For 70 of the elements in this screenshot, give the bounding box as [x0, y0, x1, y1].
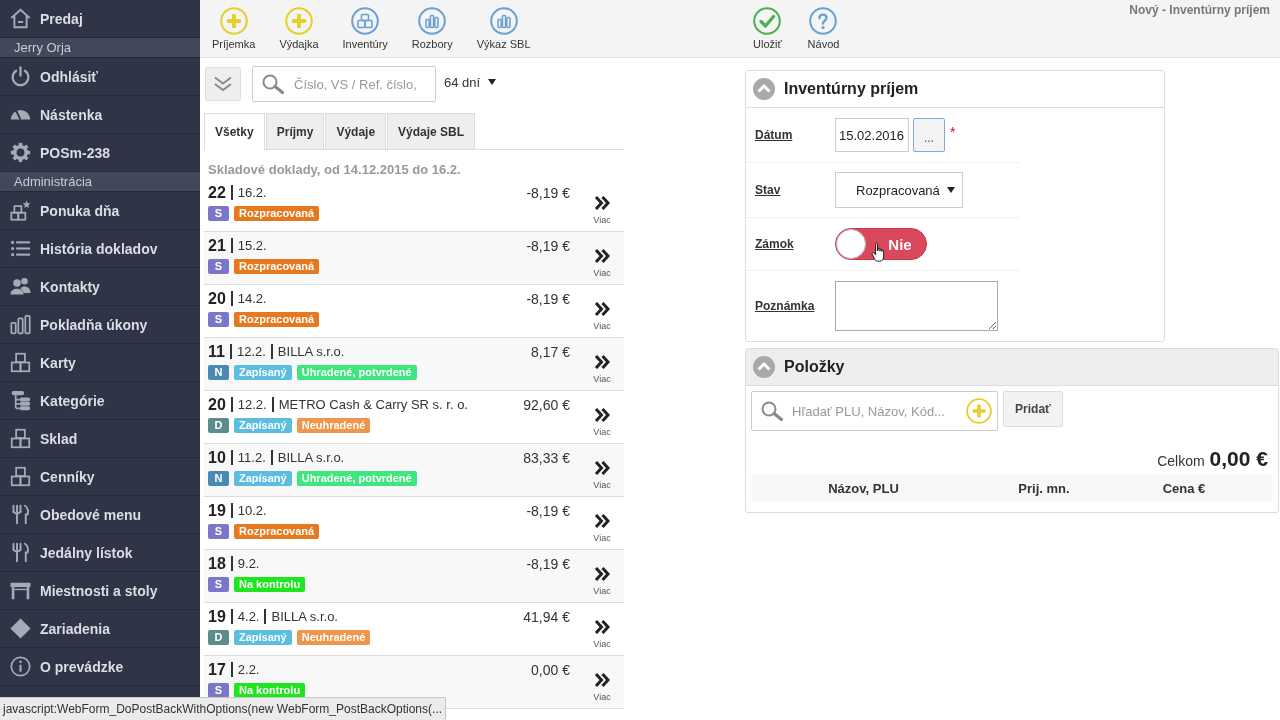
status-tag: S: [208, 524, 229, 539]
document-amount: -8,19 €: [526, 555, 570, 572]
status-tag: Neuhradené: [296, 630, 371, 645]
document-date: 14.2.: [237, 291, 267, 306]
partner-name: METRO Cash & Carry SR s. r. o.: [278, 397, 468, 412]
document-number: 19: [208, 607, 226, 626]
status-tag: Rozpracovaná: [234, 206, 320, 221]
document-date: 10.2.: [237, 503, 267, 518]
partner-name: BILLA s.r.o.: [277, 344, 345, 359]
partner-name: BILLA s.r.o.: [271, 609, 338, 624]
status-tag: Zapísaný: [234, 418, 292, 433]
document-number: 22: [208, 183, 226, 202]
status-tag: Rozpracovaná: [234, 524, 320, 539]
page-title: Nový - Inventúrny príjem: [1129, 2, 1271, 17]
document-number: 17: [208, 660, 226, 679]
total-label: Celkom: [1157, 453, 1205, 469]
document-number: 20: [208, 395, 226, 414]
document-amount: 41,94 €: [523, 608, 570, 625]
status-tag: Zapísaný: [234, 630, 292, 645]
sidebar-section-header: Administrácia: [0, 172, 200, 192]
partner-name: BILLA s.r.o.: [277, 450, 345, 465]
field-label: Poznámka: [755, 299, 816, 313]
status-tag: Neuhradené: [296, 418, 371, 433]
status-tag: S: [208, 206, 229, 221]
document-date: 9.2.: [237, 556, 260, 571]
status-tag: Rozpracovaná: [234, 312, 320, 327]
total-value: 0,00 €: [1209, 447, 1268, 471]
document-date: 15.2.: [237, 238, 267, 253]
document-number: 18: [208, 554, 226, 573]
document-number: 10: [208, 448, 226, 467]
status-tag: Zapísaný: [234, 471, 292, 486]
sidebar-section-header: Jerry Orja: [0, 38, 200, 58]
field-label: Dátum: [755, 128, 794, 142]
document-amount: -8,19 €: [526, 184, 570, 201]
status-tag: S: [208, 577, 229, 592]
required-mark: *: [950, 124, 956, 140]
status-tag: Uhradené, potvrdené: [296, 471, 417, 486]
status-tag: D: [208, 630, 229, 645]
card-title: Inventúrny príjem: [784, 80, 919, 98]
document-number: 11: [208, 342, 225, 361]
document-date: 16.2.: [237, 185, 267, 200]
document-amount: -8,19 €: [526, 237, 570, 254]
status-tag: S: [208, 259, 229, 274]
document-amount: 92,60 €: [523, 396, 570, 413]
status-tag: Na kontrolu: [234, 577, 306, 592]
card-title: Položky: [784, 358, 845, 376]
document-date: 2.2.: [237, 662, 260, 677]
document-number: 19: [208, 501, 226, 520]
status-tag: Uhradené, potvrdené: [296, 365, 417, 380]
document-amount: 83,33 €: [523, 449, 570, 466]
document-amount: 0,00 €: [531, 661, 570, 678]
document-date: 11.2.: [237, 450, 266, 465]
document-date: 4.2.: [237, 609, 260, 624]
list-heading: Skladové doklady, od 14.12.2015 do 16.2.: [208, 162, 462, 177]
status-tag: S: [208, 312, 229, 327]
status-tag: Rozpracovaná: [234, 259, 320, 274]
link-url-tooltip: javascript:WebForm_DoPostBackWithOptions(new WebForm_PostBackOptions(...: [0, 697, 447, 720]
status-tag: N: [208, 471, 229, 486]
status-tag: D: [208, 418, 229, 433]
status-tag: N: [208, 365, 229, 380]
status-tag: Zapísaný: [234, 365, 292, 380]
document-amount: 8,17 €: [531, 343, 570, 360]
document-amount: -8,19 €: [526, 502, 570, 519]
field-label: Zámok: [755, 237, 795, 251]
document-date: 12.2.: [236, 344, 266, 359]
field-label: Stav: [755, 183, 782, 197]
document-number: 21: [208, 236, 226, 255]
document-date: 12.2.: [237, 397, 267, 412]
document-amount: -8,19 €: [526, 290, 570, 307]
document-number: 20: [208, 289, 226, 308]
